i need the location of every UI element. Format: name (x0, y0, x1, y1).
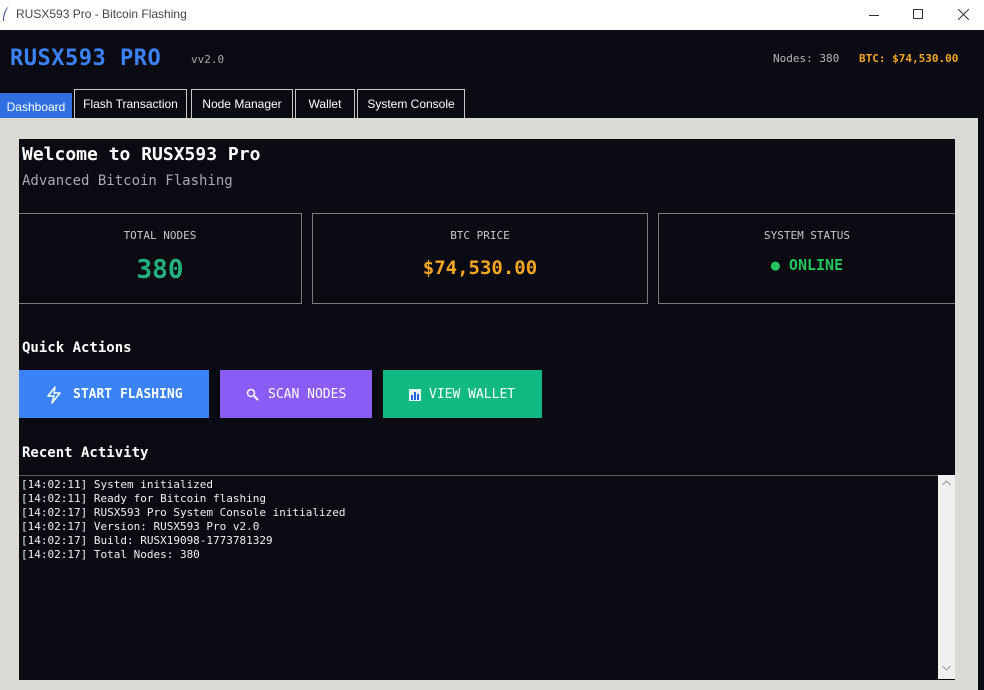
window-titlebar: RUSX593 Pro - Bitcoin Flashing (0, 0, 984, 30)
version-label: vv2.0 (191, 53, 225, 66)
stat-label: BTC PRICE (450, 229, 510, 242)
stat-value: 380 (136, 255, 184, 285)
button-label: START FLASHING (73, 387, 183, 402)
magnifier-icon (246, 388, 259, 401)
view-wallet-button[interactable]: VIEW WALLET (383, 370, 542, 418)
button-label: VIEW WALLET (429, 387, 516, 402)
nodes-readout: Nodes: 380 (773, 52, 840, 65)
status-online-indicator: ● ONLINE (770, 256, 844, 274)
maximize-button[interactable] (895, 0, 941, 30)
stat-card-system-status: SYSTEM STATUS ● ONLINE (658, 213, 955, 304)
scroll-up-icon[interactable] (942, 480, 951, 486)
welcome-subtitle: Advanced Bitcoin Flashing (22, 173, 233, 189)
tab-flash-transaction[interactable]: Flash Transaction (74, 89, 187, 118)
activity-log-text: [14:02:11] System initialized [14:02:11]… (21, 478, 346, 561)
minimize-icon (869, 15, 879, 16)
log-scrollbar[interactable] (938, 475, 955, 679)
stat-label: SYSTEM STATUS (763, 229, 851, 242)
stat-card-btc-price: BTC PRICE $74,530.00 (312, 213, 648, 304)
close-button[interactable] (940, 0, 984, 30)
brand-title: RUSX593 PRO (10, 46, 162, 71)
tab-dashboard[interactable]: Dashboard (0, 93, 72, 118)
quick-actions-heading: Quick Actions (22, 340, 132, 356)
welcome-heading: Welcome to RUSX593 Pro (22, 144, 261, 165)
lightning-icon (47, 386, 61, 404)
close-icon (958, 9, 969, 20)
scroll-down-icon[interactable] (942, 665, 951, 671)
stat-label: TOTAL NODES (123, 229, 197, 242)
window-title: RUSX593 Pro - Bitcoin Flashing (16, 7, 187, 21)
recent-activity-heading: Recent Activity (22, 445, 149, 461)
minimize-button[interactable] (850, 0, 896, 30)
tab-wallet[interactable]: Wallet (295, 89, 355, 118)
card-divider (313, 213, 647, 214)
btc-readout: BTC: $74,530.00 (859, 52, 959, 65)
tab-system-console[interactable]: System Console (357, 89, 465, 118)
stat-card-total-nodes: TOTAL NODES 380 (19, 213, 302, 304)
card-divider (659, 213, 955, 214)
feather-icon (3, 6, 9, 21)
bar-chart-icon (409, 389, 421, 401)
activity-log[interactable]: [14:02:11] System initialized [14:02:11]… (19, 475, 955, 679)
maximize-icon (913, 9, 923, 19)
button-label: SCAN NODES (268, 387, 347, 402)
tab-node-manager[interactable]: Node Manager (191, 89, 293, 118)
scan-nodes-button[interactable]: SCAN NODES (220, 370, 372, 418)
stat-value: $74,530.00 (422, 257, 538, 279)
card-divider (19, 213, 301, 214)
start-flashing-button[interactable]: START FLASHING (19, 370, 209, 418)
